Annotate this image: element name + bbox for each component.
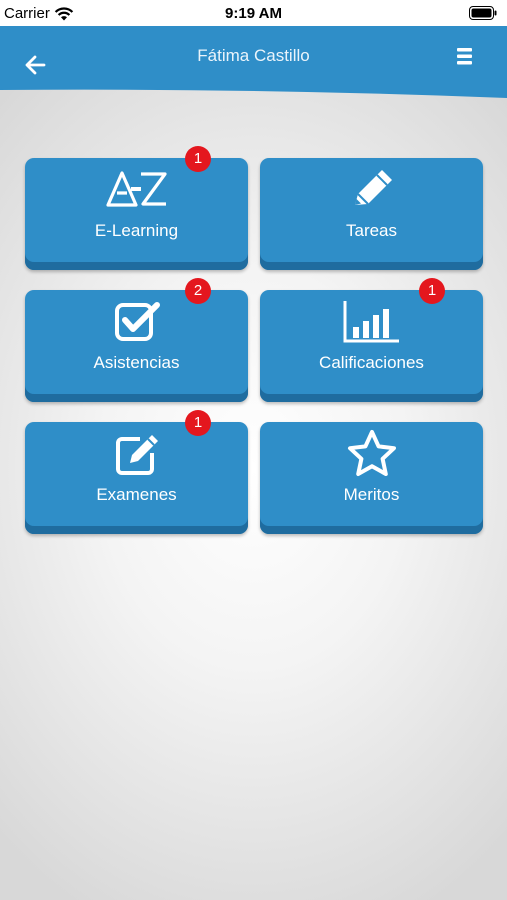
- app-header: Fátima Castillo: [0, 26, 507, 100]
- asistencias-button[interactable]: Asistencias 2: [25, 278, 248, 402]
- hamburger-icon: [457, 48, 472, 65]
- bar-chart-icon: [343, 301, 399, 343]
- clock: 9:19 AM: [225, 5, 282, 22]
- edit-icon: [115, 435, 158, 475]
- notification-badge: 1: [419, 278, 445, 304]
- star-icon: [347, 430, 396, 476]
- battery-icon: [469, 6, 497, 20]
- menu-button[interactable]: [456, 46, 474, 66]
- calificaciones-button[interactable]: Calificaciones 1: [260, 278, 483, 402]
- notification-badge: 2: [185, 278, 211, 304]
- checkbox-icon: [114, 302, 160, 341]
- page-title: Fátima Castillo: [197, 46, 310, 65]
- tareas-label: Tareas: [345, 221, 398, 240]
- notification-badge: 1: [185, 410, 211, 436]
- examenes-button[interactable]: Examenes 1: [25, 410, 248, 534]
- status-bar: Carrier 9:19 AM: [0, 0, 507, 27]
- meritos-label: Meritos: [343, 485, 400, 504]
- asistencias-label: Asistencias: [93, 353, 180, 372]
- examenes-label: Examenes: [96, 485, 177, 504]
- meritos-button[interactable]: Meritos: [260, 422, 483, 534]
- az-icon: [105, 171, 167, 207]
- pencil-icon: [354, 170, 392, 205]
- calificaciones-label: Calificaciones: [319, 353, 424, 372]
- notification-badge: 1: [185, 146, 211, 172]
- e-learning-button[interactable]: E-Learning 1: [25, 146, 248, 270]
- e-learning-label: E-Learning: [94, 221, 179, 240]
- tareas-button[interactable]: Tareas: [260, 158, 483, 270]
